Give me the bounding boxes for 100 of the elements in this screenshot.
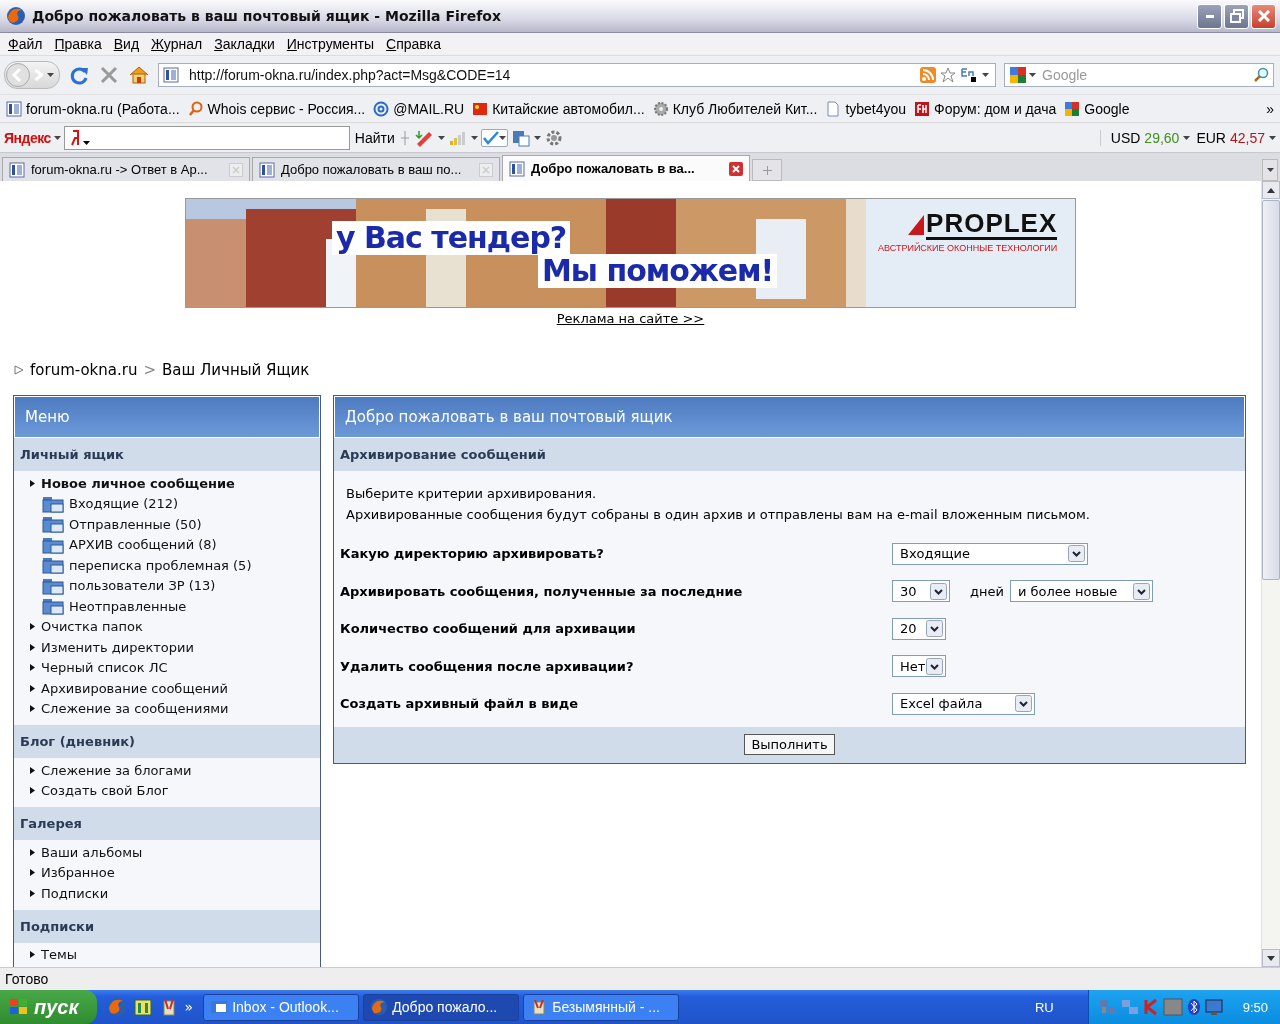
field-label: Количество сообщений для архивации [340, 621, 637, 637]
stop-icon[interactable] [98, 64, 120, 86]
more-bookmarks-button[interactable]: » [1266, 100, 1274, 117]
status-text: Готово [0, 967, 1280, 990]
scroll-down-button[interactable] [1262, 949, 1280, 967]
caret-icon[interactable] [437, 135, 445, 140]
caret-icon[interactable] [1269, 135, 1276, 140]
yandex-logo[interactable]: Яндекс [4, 129, 51, 146]
menu-item[interactable]: Файл [2, 36, 49, 52]
bookmark[interactable]: Форум: дом и дача [914, 100, 1057, 117]
menu-link[interactable]: Очистка папок [41, 619, 143, 635]
bookmark[interactable]: @MAIL.RU [373, 100, 465, 117]
site-icon [6, 100, 22, 117]
more-button[interactable]: » [184, 999, 194, 1015]
breadcrumb-link[interactable]: forum-okna.ru [30, 361, 138, 379]
browser-tab[interactable]: Добро пожаловать в ва... [502, 155, 750, 181]
bookmark[interactable]: forum-okna.ru (Работа... [6, 100, 180, 117]
folder-link[interactable]: Отправленные (50) [69, 516, 202, 532]
home-icon[interactable] [128, 64, 150, 86]
restore-button[interactable] [1224, 3, 1249, 29]
menu-item[interactable]: Закладки [208, 36, 281, 52]
menu-link[interactable]: Избранное [41, 865, 115, 881]
caret-icon[interactable] [53, 135, 61, 140]
search-field[interactable]: Google [1004, 63, 1274, 87]
bluetooth-icon[interactable] [1186, 998, 1201, 1016]
currency-rate[interactable]: 42,57 [1229, 129, 1265, 146]
menu-item[interactable]: Инструменты [280, 36, 381, 52]
caret-icon[interactable] [47, 73, 54, 77]
tab-list-button[interactable] [1262, 159, 1278, 181]
folder-link[interactable]: пользователи ЗР (13) [69, 578, 216, 594]
building-icon[interactable] [132, 997, 153, 1017]
browser-tab[interactable]: forum-okna.ru -> Ответ в Ар... [2, 157, 250, 181]
caret-icon[interactable] [982, 73, 989, 77]
menu-link[interactable]: Подписки [41, 885, 109, 901]
checkmark-icon [482, 130, 499, 145]
colored-squares-icon [1064, 100, 1081, 117]
caret-icon[interactable] [470, 135, 478, 140]
search-icon [1253, 67, 1269, 83]
breadcrumb-link[interactable]: Ваш Личный Ящик [162, 361, 310, 379]
folder-link[interactable]: АРХИВ сообщений (8) [69, 537, 217, 553]
firefox-icon [370, 998, 389, 1016]
address-field[interactable]: http://forum-okna.ru/index.php?act=Msg&CODE=14 [158, 63, 996, 87]
menu-item[interactable]: Правка [48, 36, 108, 52]
menu-link[interactable]: Слежение за сообщениями [41, 701, 229, 717]
find-button[interactable]: Найти [352, 129, 397, 146]
bookmark[interactable]: Клуб Любителей Кит... [652, 100, 818, 117]
start-button[interactable]: пуск [0, 990, 97, 1024]
section-header: Блог (дневник) [14, 725, 320, 758]
dropdown[interactable]: 20 [892, 617, 946, 640]
dropdown[interactable]: Входящие [892, 542, 1088, 565]
ad-link[interactable]: Реклама на сайте >> [556, 311, 705, 326]
menu-link[interactable]: Новое личное сообщение [41, 475, 235, 491]
caret-icon[interactable] [533, 135, 541, 140]
spellcheck-button[interactable] [480, 128, 508, 147]
submit-button[interactable]: Выполнить [744, 734, 835, 755]
minimize-button[interactable] [1197, 3, 1222, 29]
dropdown[interactable]: 30 [892, 580, 950, 603]
folder-link[interactable]: переписка проблемная (5) [69, 557, 252, 573]
translate-icon[interactable] [510, 128, 531, 147]
menu-link[interactable]: Изменить директории [41, 639, 194, 655]
caret-icon[interactable] [1029, 73, 1036, 77]
caret-icon[interactable] [1183, 135, 1191, 140]
folder-link[interactable]: Неотправленные [69, 598, 187, 614]
menu-link[interactable]: Архивирование сообщений [41, 680, 229, 696]
dropdown[interactable]: и более новые [1009, 580, 1153, 603]
scrollbar[interactable] [1261, 181, 1280, 967]
square-logo-icon [914, 100, 931, 117]
menu-link[interactable]: Темы [41, 947, 77, 963]
menu-link[interactable]: Ваши альбомы [41, 844, 143, 860]
close-tab-icon[interactable] [729, 161, 743, 176]
browser-tab[interactable]: Добро пожаловать в ваш по... [252, 157, 500, 181]
new-tab-button[interactable] [752, 159, 782, 181]
site-icon [509, 160, 525, 177]
taskbar-button[interactable]: Добро пожало... [363, 993, 520, 1021]
colored-squares-icon[interactable] [1009, 66, 1027, 84]
bookmark[interactable]: tybet4you [825, 100, 907, 117]
bookmark[interactable]: Google [1064, 100, 1130, 117]
menu-link[interactable]: Создать свой Блог [41, 783, 169, 799]
dropdown[interactable]: Excel файла [892, 692, 1035, 715]
menu-item[interactable]: Вид [107, 36, 146, 52]
pencil-icon[interactable] [412, 128, 435, 147]
bookmark[interactable]: Китайские автомобил... [472, 100, 645, 117]
scroll-up-button[interactable] [1262, 181, 1280, 199]
taskbar-button[interactable]: Безымянный - ... [523, 993, 680, 1021]
language-indicator[interactable]: RU [1028, 999, 1084, 1015]
close-button[interactable] [1251, 3, 1276, 29]
banner-headline: Мы поможем! [538, 254, 778, 288]
folder-link[interactable]: Входящие (212) [69, 496, 179, 512]
menu-item[interactable]: Справка [380, 36, 448, 52]
menu-link[interactable]: Черный список ЛС [41, 660, 168, 676]
menu-item[interactable]: Журнал [145, 36, 209, 52]
yandex-search-field[interactable] [63, 125, 350, 150]
bullet-icon [30, 869, 35, 877]
bookmark[interactable]: Whois сервис - Россия... [187, 100, 366, 117]
dropdown[interactable]: Нет [892, 655, 946, 678]
scroll-thumb[interactable] [1262, 200, 1280, 580]
menu-link[interactable]: Слежение за блогами [41, 762, 192, 778]
folder-icon [42, 556, 64, 575]
taskbar-button[interactable]: Inbox - Outlook... [203, 993, 360, 1021]
currency-rate[interactable]: 29,60 [1144, 129, 1180, 146]
